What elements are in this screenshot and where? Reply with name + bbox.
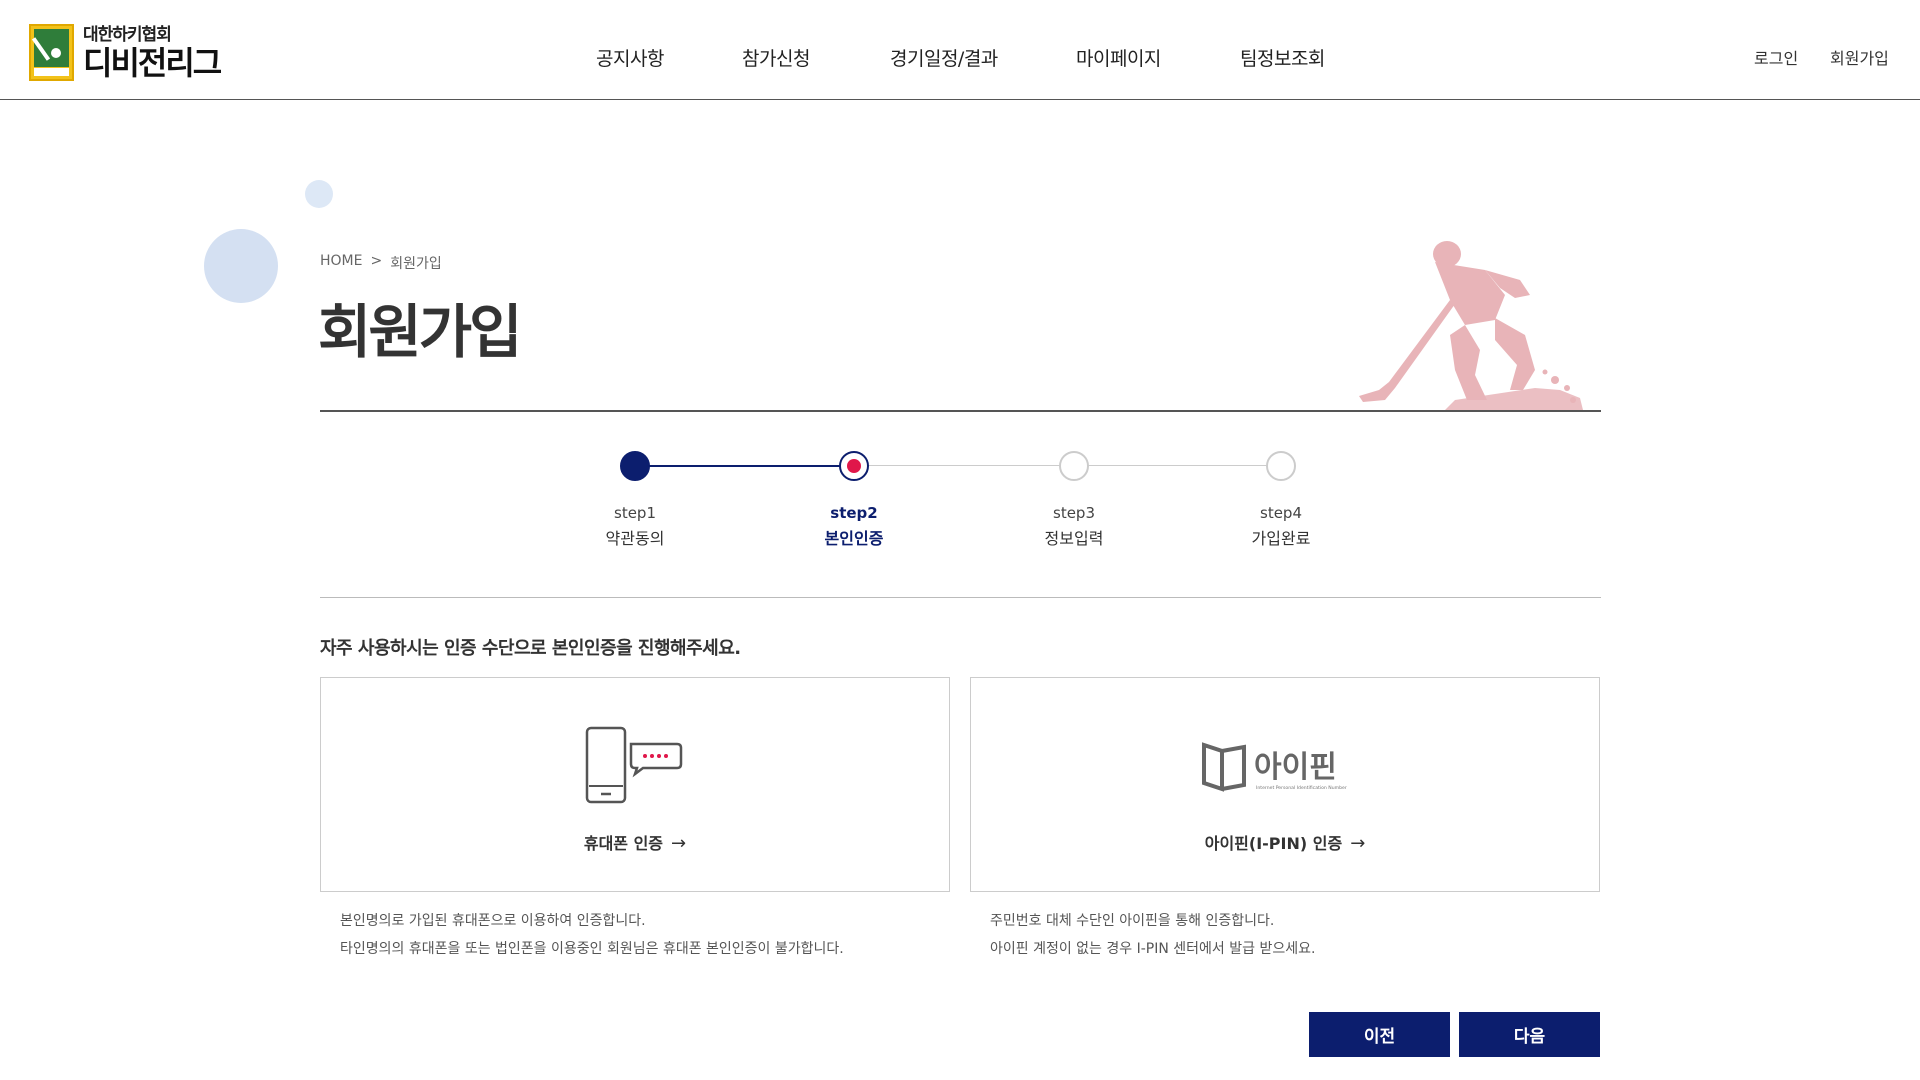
breadcrumb-home-link[interactable]: HOME — [320, 253, 362, 273]
step1-name: 약관동의 — [605, 529, 665, 548]
logo-subtitle: 대한하키협회 — [83, 24, 172, 45]
ipin-auth-desc-line-2: 아이핀 계정이 없는 경우 I-PIN 센터에서 발급 받으세요. — [990, 941, 1316, 957]
ipin-logo-text: 아이핀 — [1254, 750, 1337, 785]
step4-number: step4 — [1260, 504, 1302, 522]
ipin-auth-desc-line-1: 주민번호 대체 수단인 아이핀을 통해 인증합니다. — [990, 913, 1275, 929]
ipin-auth-card[interactable]: 아이핀 Internet Personal Identification Num… — [970, 677, 1600, 892]
phone-auth-label: 휴대폰 인증 → — [321, 830, 949, 854]
step3-indicator — [1059, 451, 1089, 481]
steps-progress-line — [634, 465, 854, 467]
ipin-auth-description: 주민번호 대체 수단인 아이핀을 통해 인증합니다. 아이핀 계정이 없는 경우… — [990, 907, 1315, 963]
step3-name: 정보입력 — [1044, 529, 1104, 548]
phone-auth-label-text: 휴대폰 인증 — [583, 834, 664, 853]
step2-indicator — [839, 451, 869, 481]
nav-item-notice[interactable]: 공지사항 — [596, 44, 664, 71]
phone-auth-card[interactable]: 휴대폰 인증 → — [320, 677, 950, 892]
ipin-auth-label-text: 아이핀(I-PIN) 인증 — [1204, 834, 1343, 853]
step2-label: step2 본인인증 — [794, 500, 914, 552]
step4-name: 가입완료 — [1251, 529, 1311, 548]
step3-label: step3 정보입력 — [1014, 500, 1134, 552]
ipin-logo-subtext: Internet Personal Identification Number — [1256, 785, 1347, 791]
next-button[interactable]: 다음 — [1459, 1012, 1600, 1057]
smartphone-message-icon — [585, 726, 683, 804]
main-navigation: 공지사항 참가신청 경기일정/결과 마이페이지 팀정보조회 — [0, 44, 1920, 71]
step1-indicator — [620, 451, 650, 481]
nav-item-mypage[interactable]: 마이페이지 — [1076, 44, 1161, 71]
step1-number: step1 — [614, 504, 656, 522]
nav-item-team-info[interactable]: 팀정보조회 — [1240, 44, 1325, 71]
step2-number: step2 — [830, 504, 878, 522]
breadcrumb-separator: > — [370, 253, 383, 269]
phone-auth-desc-line-2: 타인명의의 휴대폰을 또는 법인폰을 이용중인 회원님은 휴대폰 본인인증이 불… — [340, 941, 844, 957]
ipin-logo-icon: 아이핀 Internet Personal Identification Num… — [1202, 742, 1347, 792]
phone-auth-description: 본인명의로 가입된 휴대폰으로 이용하여 인증합니다. 타인명의의 휴대폰을 또… — [340, 907, 844, 963]
auth-intro-text: 자주 사용하시는 인증 수단으로 본인인증을 진행해주세요. — [320, 638, 741, 659]
decorative-circle-small — [305, 180, 333, 208]
site-header: 대한하키협회 디비전리그 공지사항 참가신청 경기일정/결과 마이페이지 팀정보… — [0, 0, 1920, 100]
prev-button[interactable]: 이전 — [1309, 1012, 1450, 1057]
arrow-right-icon: → — [671, 833, 687, 854]
step2-name: 본인인증 — [824, 529, 884, 548]
step3-number: step3 — [1053, 504, 1095, 522]
title-divider — [320, 410, 1601, 412]
breadcrumb: HOME > 회원가입 — [320, 253, 442, 273]
nav-item-schedule-results[interactable]: 경기일정/결과 — [890, 44, 998, 71]
arrow-right-icon: → — [1350, 833, 1366, 854]
nav-item-apply[interactable]: 참가신청 — [742, 44, 810, 71]
steps-divider — [320, 597, 1601, 598]
signup-link[interactable]: 회원가입 — [1830, 45, 1889, 69]
step4-indicator — [1266, 451, 1296, 481]
decorative-circle-large — [204, 229, 278, 303]
step4-label: step4 가입완료 — [1221, 500, 1341, 552]
hockey-player-illustration — [1359, 241, 1583, 410]
step1-label: step1 약관동의 — [575, 500, 695, 552]
page-title: 회원가입 — [318, 298, 522, 366]
breadcrumb-current: 회원가입 — [390, 256, 442, 272]
ipin-auth-label: 아이핀(I-PIN) 인증 → — [971, 830, 1599, 854]
login-link[interactable]: 로그인 — [1754, 45, 1798, 69]
phone-auth-desc-line-1: 본인명의로 가입된 휴대폰으로 이용하여 인증합니다. — [340, 913, 646, 929]
